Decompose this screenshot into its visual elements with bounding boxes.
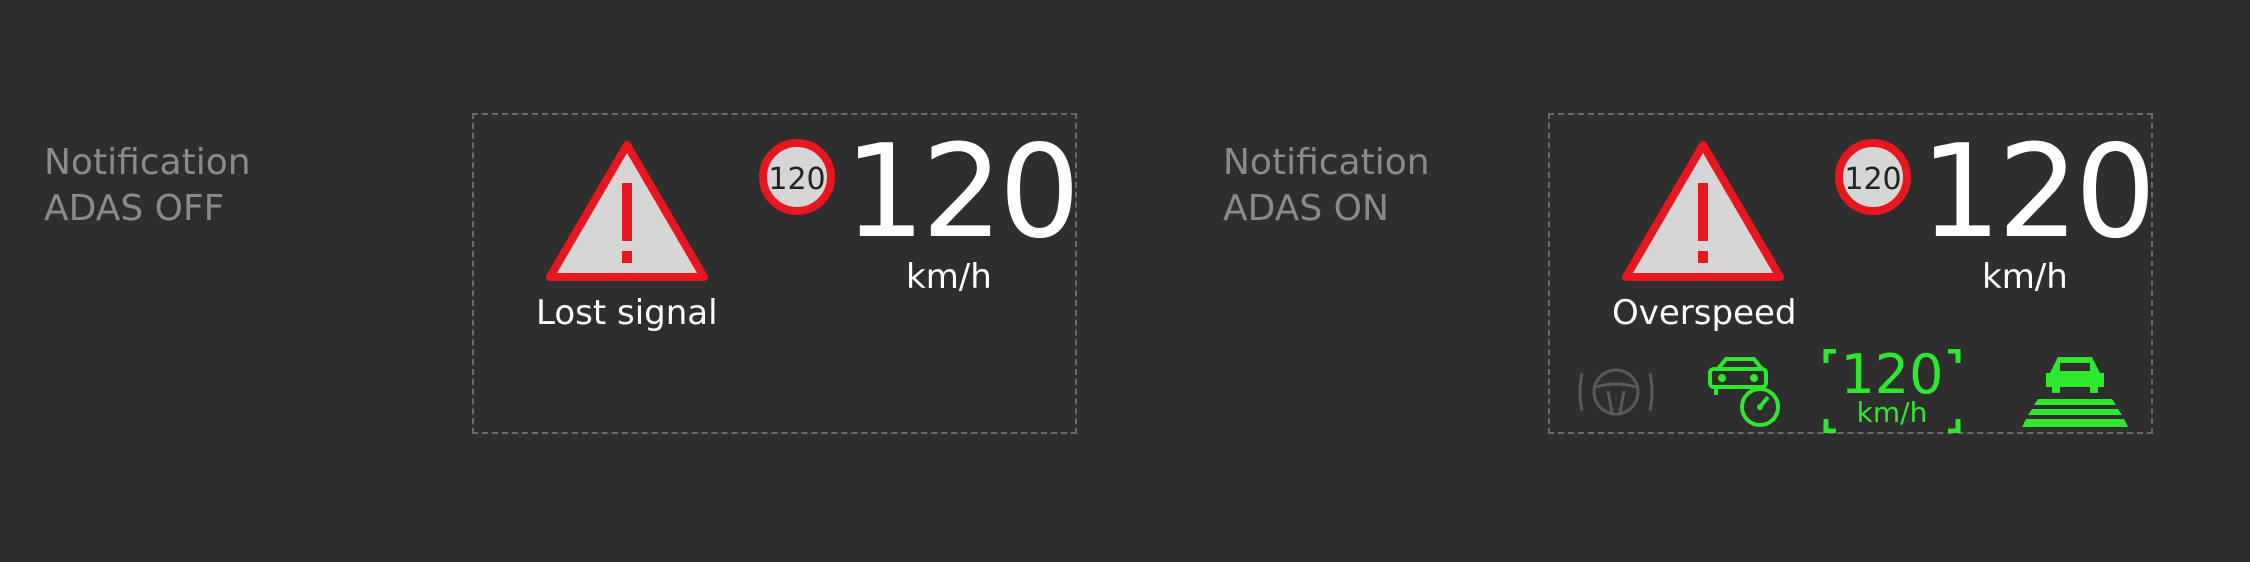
speed-limit-sign-icon: 120: [759, 139, 835, 215]
acc-speed-unit: km/h: [1856, 396, 1928, 429]
adas-on-panel: Overspeed 120 120 km/h 120 km/h: [1548, 113, 2156, 434]
adas-on-label-line2: ADAS ON: [1223, 188, 1389, 229]
lane-keep-icon: [2022, 357, 2128, 427]
warning-text: Lost signal: [536, 293, 718, 333]
adas-off-panel: Lost signal 120 120 km/h: [472, 113, 1080, 434]
cruise-control-icon: [1708, 357, 1780, 427]
adas-off-label-line1: Notification: [44, 142, 251, 183]
hud-notification-stage: Notification ADAS OFF Lost signal 120 12…: [0, 0, 2250, 562]
adas-on-label: Notification ADAS ON: [1223, 140, 1430, 232]
adas-off-label-line2: ADAS OFF: [44, 188, 225, 229]
acc-set-speed: 120: [1840, 343, 1944, 406]
adas-off-label: Notification ADAS OFF: [44, 140, 251, 232]
current-speed: 120: [844, 118, 1080, 267]
steering-assist-icon: [1578, 368, 1654, 416]
adas-on-label-line1: Notification: [1223, 142, 1430, 183]
warning-triangle-icon: [546, 141, 708, 281]
adas-status-row: 120 km/h: [1550, 115, 2151, 433]
speed-limit-sign-value: 120: [768, 162, 825, 197]
speed-unit: km/h: [906, 257, 992, 297]
